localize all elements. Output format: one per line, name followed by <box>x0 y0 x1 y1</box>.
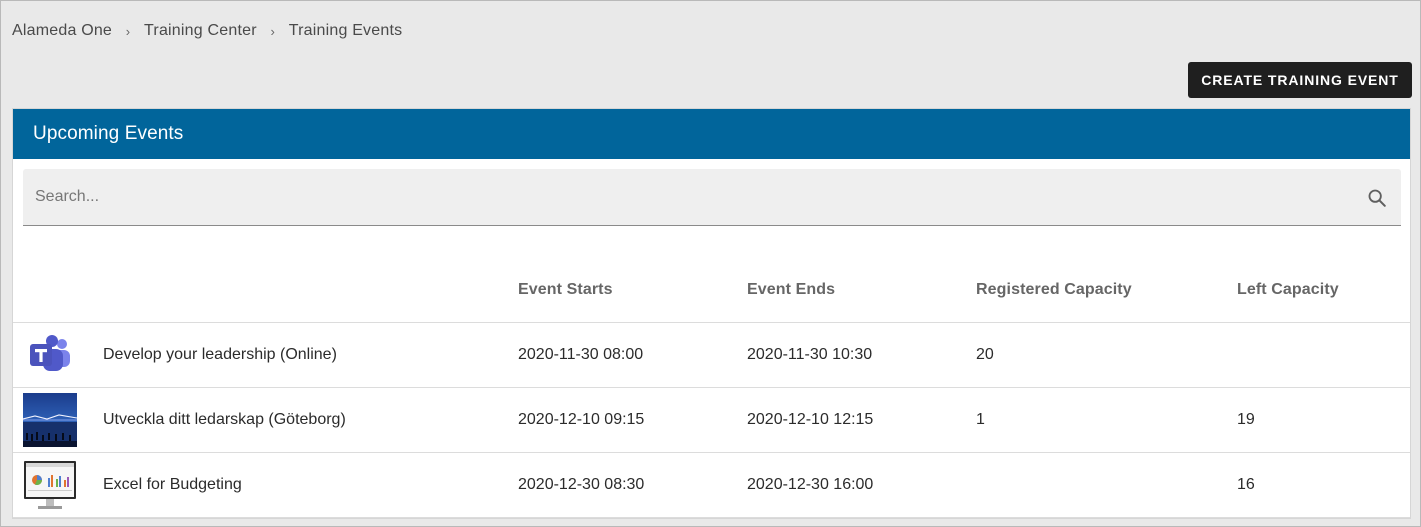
registered-capacity: 20 <box>976 346 994 363</box>
table-row[interactable]: Develop your leadership (Online) 2020-11… <box>13 323 1410 388</box>
left-capacity: 16 <box>1237 476 1255 493</box>
registered-capacity: 1 <box>976 411 985 428</box>
panel-title: Upcoming Events <box>33 123 184 144</box>
column-header-registered-capacity[interactable]: Registered Capacity <box>976 281 1132 299</box>
event-starts: 2020-12-10 09:15 <box>518 411 645 428</box>
event-ends: 2020-12-30 16:00 <box>747 476 874 493</box>
breadcrumb: Alameda One › Training Center › Training… <box>12 22 402 40</box>
city-bridge-night-photo <box>23 393 77 447</box>
event-ends: 2020-12-10 12:15 <box>747 411 874 428</box>
column-header-event-ends[interactable]: Event Ends <box>747 281 835 299</box>
event-name[interactable]: Develop your leadership (Online) <box>103 346 337 364</box>
breadcrumb-item-home[interactable]: Alameda One <box>12 22 112 40</box>
event-name[interactable]: Utveckla ditt ledarskap (Göteborg) <box>103 411 346 429</box>
left-capacity: 19 <box>1237 411 1255 428</box>
table-row[interactable]: Utveckla ditt ledarskap (Göteborg) 2020-… <box>13 388 1410 453</box>
upcoming-events-panel: Upcoming Events Event Starts Event Ends … <box>12 108 1411 519</box>
panel-header: Upcoming Events <box>13 109 1410 159</box>
table-row[interactable]: Excel for Budgeting 2020-12-30 08:30 202… <box>13 453 1410 518</box>
breadcrumb-item-training-center[interactable]: Training Center <box>144 22 257 40</box>
breadcrumb-item-training-events: Training Events <box>288 22 403 39</box>
table-header: Event Starts Event Ends Registered Capac… <box>13 269 1410 323</box>
breadcrumb-separator-icon: › <box>125 23 131 39</box>
search-input[interactable] <box>35 169 1335 225</box>
event-starts: 2020-12-30 08:30 <box>518 476 645 493</box>
search-icon[interactable] <box>1366 187 1388 209</box>
breadcrumb-separator-icon: › <box>270 23 275 39</box>
create-training-event-button[interactable]: CREATE TRAINING EVENT <box>1188 62 1412 98</box>
teams-icon <box>23 328 77 382</box>
event-name[interactable]: Excel for Budgeting <box>103 476 242 494</box>
column-header-left-capacity[interactable]: Left Capacity <box>1237 281 1339 299</box>
search-box <box>23 169 1401 226</box>
event-ends: 2020-11-30 10:30 <box>747 346 873 363</box>
event-starts: 2020-11-30 08:00 <box>518 346 644 363</box>
page-frame: Alameda One › Training Center › Training… <box>0 0 1421 527</box>
column-header-event-starts[interactable]: Event Starts <box>518 281 613 299</box>
spreadsheet-monitor-image <box>23 458 77 512</box>
